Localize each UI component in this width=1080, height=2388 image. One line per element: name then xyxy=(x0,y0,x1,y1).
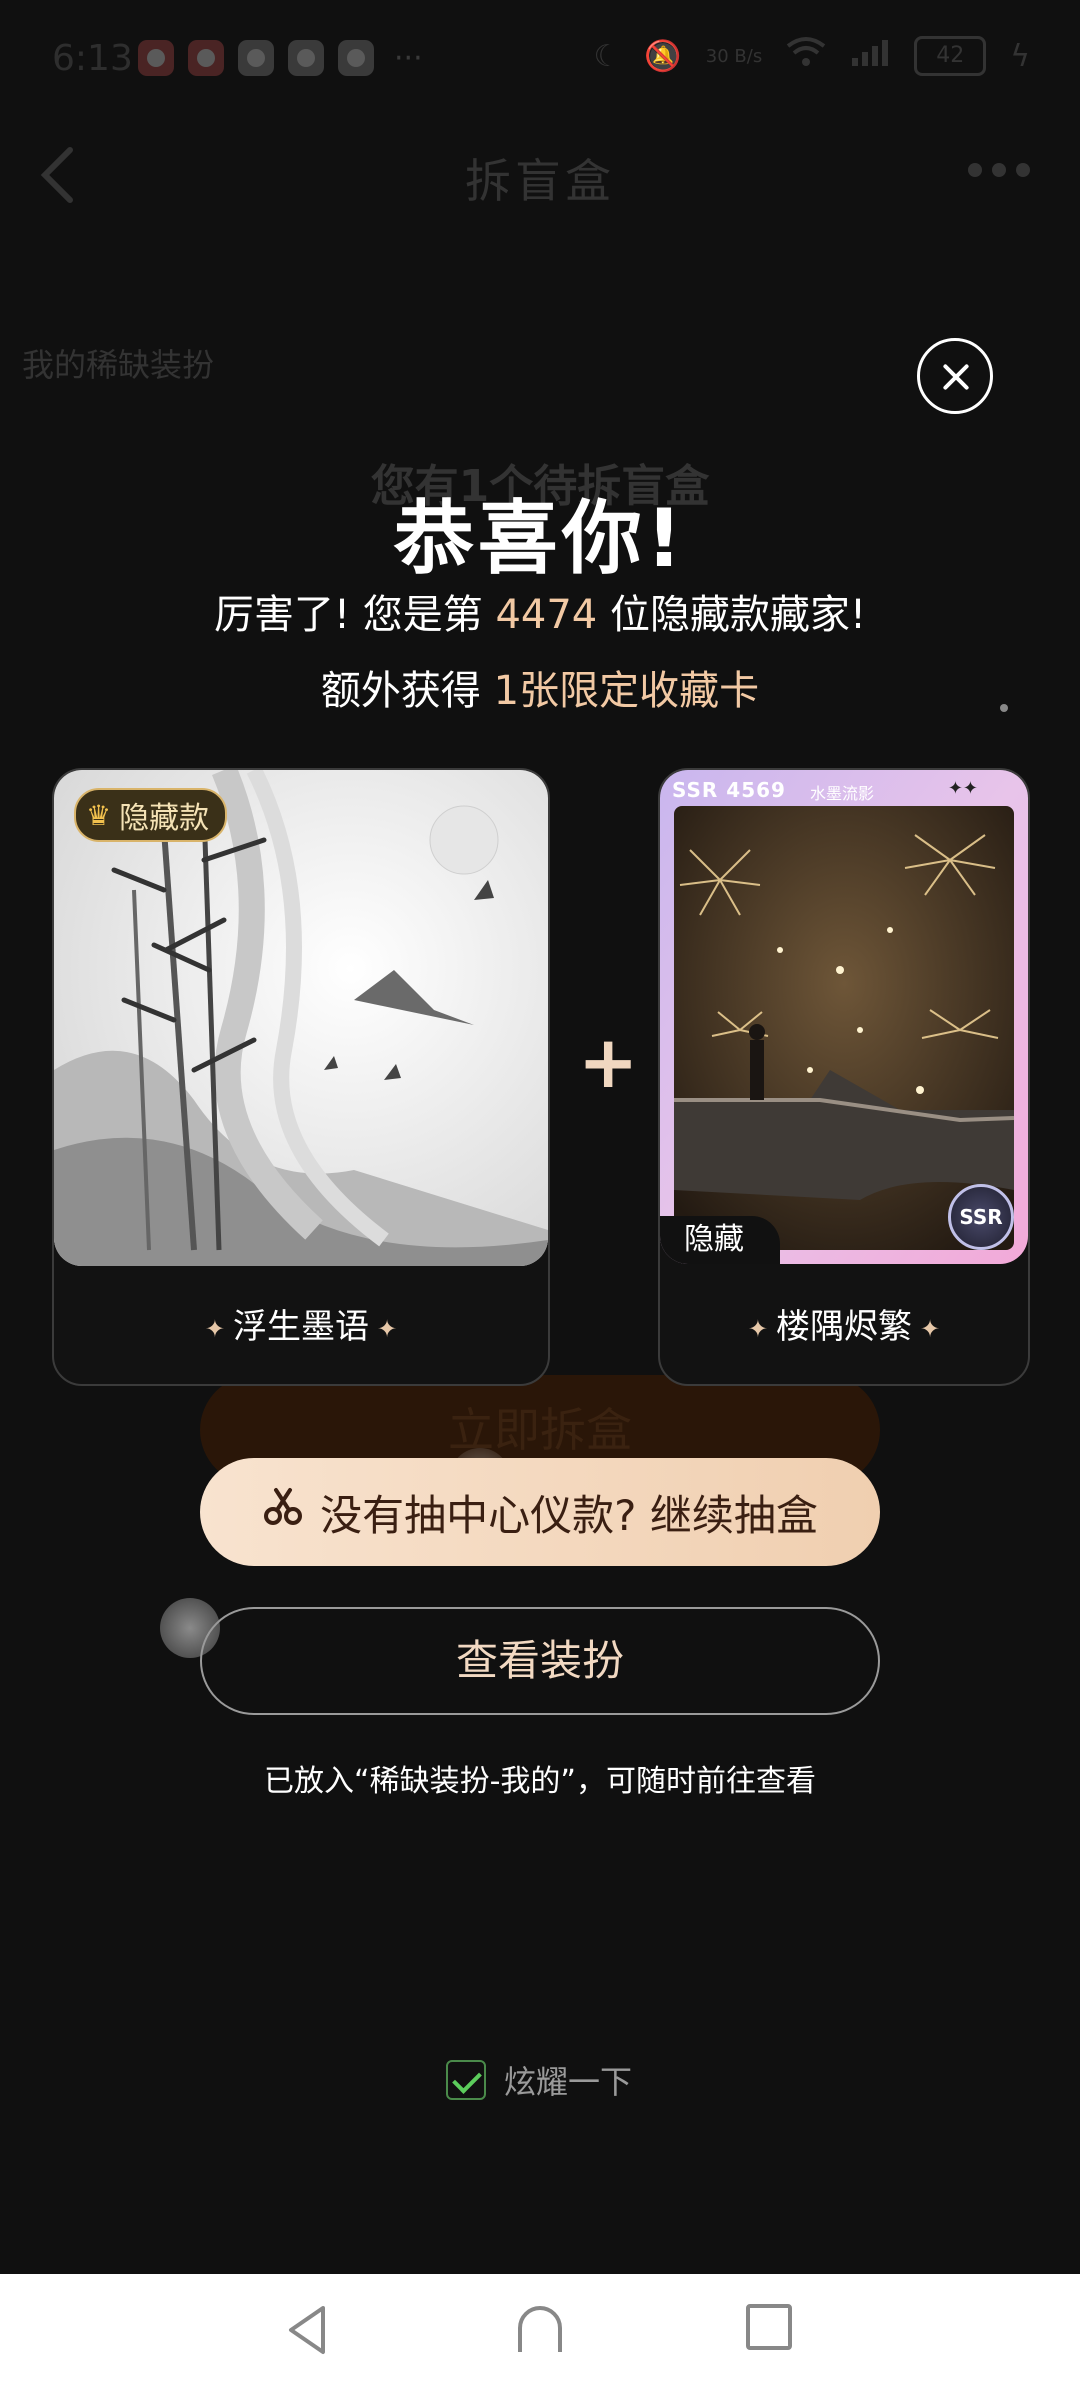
reward-card-outfit[interactable]: ♛ 隐藏款 ✦ 浮生墨语 ✦ xyxy=(52,768,550,1386)
ssr-rarity-seal: SSR xyxy=(948,1184,1014,1250)
mute-icon: 🔕 xyxy=(644,38,682,74)
sparkle-icon: ✦ xyxy=(204,1314,225,1343)
card-name-text: 楼隅烬繁 xyxy=(776,1307,912,1347)
collector-rank-text: 厉害了! 您是第 4474 位隐藏款藏家! xyxy=(0,582,1080,640)
rank-prefix: 厉害了! 您是第 xyxy=(213,592,496,638)
plus-sign: + xyxy=(578,1020,639,1104)
bonus-card-highlight: 1张限定收藏卡 xyxy=(493,668,760,714)
app-notification-icon xyxy=(338,40,374,76)
outfit-name: ✦ 浮生墨语 ✦ xyxy=(54,1299,548,1348)
network-speed: 30 B/s xyxy=(705,45,763,67)
scissors-icon xyxy=(262,1486,304,1538)
nav-home-button[interactable] xyxy=(512,2300,568,2356)
outfit-name-text: 浮生墨语 xyxy=(233,1307,369,1347)
status-time: 6:13 xyxy=(52,38,133,79)
app-notification-icon xyxy=(138,40,174,76)
view-outfit-button[interactable]: 查看装扮 xyxy=(200,1607,880,1715)
app-notification-icon xyxy=(188,40,224,76)
hidden-tag: 隐藏 xyxy=(660,1216,780,1264)
more-notifications-icon: ··· xyxy=(394,40,423,76)
status-bar: 6:13 ··· ☾ 🔕 30 B/s 42 ϟ xyxy=(0,0,1080,115)
home-icon xyxy=(518,2306,562,2352)
sparkle-icon: ✦ xyxy=(747,1314,768,1343)
triangle-back-icon xyxy=(289,2306,325,2354)
nav-back-button[interactable] xyxy=(283,2304,333,2356)
hidden-badge: ♛ 隐藏款 xyxy=(74,788,228,842)
share-toggle[interactable]: 炫耀一下 xyxy=(446,2058,632,2102)
placed-hint: 已放入“稀缺装扮-我的”，可随时前往查看 xyxy=(264,1764,816,1799)
app-notification-icon xyxy=(238,40,274,76)
nav-recent-apps-button[interactable] xyxy=(746,2304,792,2350)
page-title: 拆盲盒 xyxy=(465,154,615,208)
share-checkbox[interactable] xyxy=(446,2060,486,2100)
card-serial: SSR 4569 xyxy=(672,778,786,802)
crown-icon: ♛ xyxy=(86,798,112,832)
badge-label: 隐藏款 xyxy=(119,801,210,836)
system-navigation-bar xyxy=(0,2274,1080,2388)
collector-rank-number: 4474 xyxy=(495,592,598,638)
sparkle-icon: ✦✦ xyxy=(947,778,978,799)
sparkle-icon: ✦ xyxy=(920,1314,941,1343)
wifi-icon xyxy=(786,36,826,76)
congrats-title: 恭喜你! xyxy=(393,492,687,585)
card-name: ✦ 楼隅烬繁 ✦ xyxy=(660,1299,1028,1348)
continue-draw-button[interactable]: 没有抽中心仪款? 继续抽盒 xyxy=(200,1458,880,1566)
rank-suffix: 位隐藏款藏家! xyxy=(597,592,866,638)
more-options-button[interactable] xyxy=(968,155,1038,185)
card-title: 水墨流影 xyxy=(810,784,875,803)
battery-icon: 42 xyxy=(914,36,987,76)
charging-icon: ϟ xyxy=(1010,38,1030,74)
outfit-image: ♛ 隐藏款 xyxy=(54,770,548,1266)
app-notification-icon xyxy=(288,40,324,76)
bonus-card-text: 额外获得 1张限定收藏卡 xyxy=(0,658,1080,716)
system-icons: ☾ 🔕 30 B/s 42 ϟ xyxy=(594,36,1030,76)
sparkle-icon: ✦ xyxy=(377,1314,398,1343)
signal-icon xyxy=(850,36,890,76)
collectible-card-image: SSR 4569 水墨流影 ✦✦ SSR 隐藏 xyxy=(660,770,1028,1264)
nav-bar: 拆盲盒 xyxy=(0,115,1080,235)
notification-icons: ··· xyxy=(138,40,423,76)
reward-card-collectible[interactable]: SSR 4569 水墨流影 ✦✦ SSR 隐藏 ✦ 楼隅烬繁 ✦ xyxy=(658,768,1030,1386)
continue-draw-label: 没有抽中心仪款? 继续抽盒 xyxy=(320,1490,818,1540)
moon-icon: ☾ xyxy=(593,38,621,74)
share-label: 炫耀一下 xyxy=(504,2063,633,2101)
bonus-prefix: 额外获得 xyxy=(320,668,494,714)
close-button[interactable] xyxy=(917,338,993,414)
section-title: 我的稀缺装扮 xyxy=(22,346,215,384)
